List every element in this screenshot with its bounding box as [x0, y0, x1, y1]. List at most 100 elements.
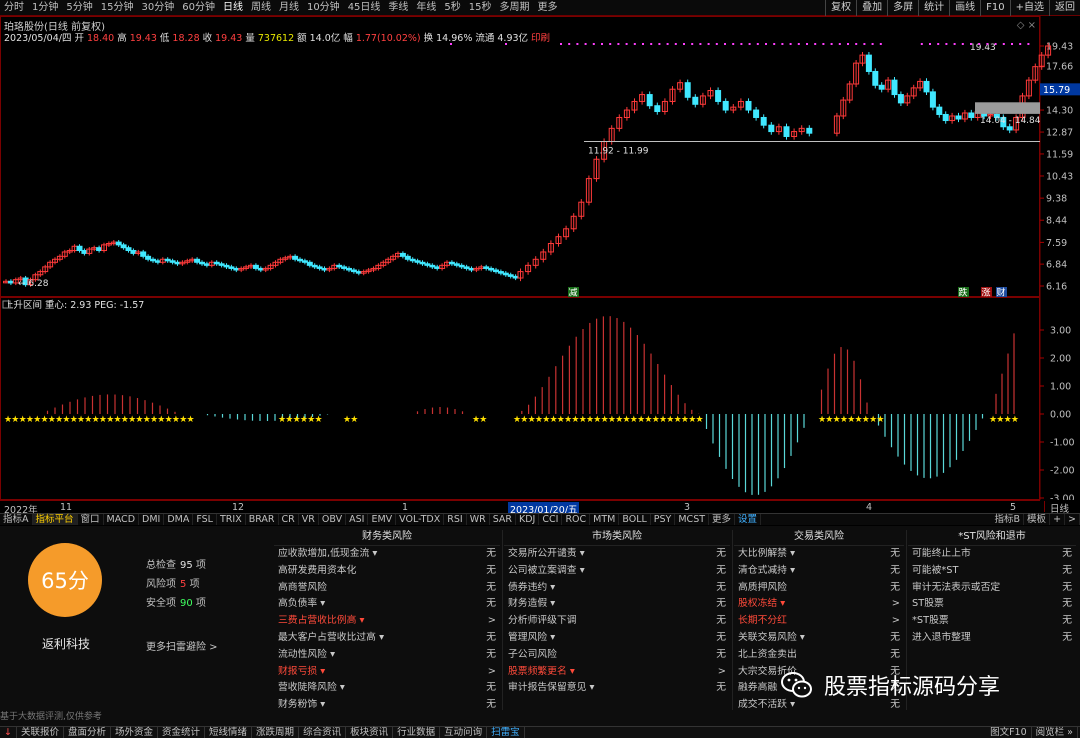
risk-item[interactable]: 长期不分红 > — [734, 613, 904, 630]
indicator-tab-15[interactable]: RSI — [444, 514, 467, 525]
period-tab-3[interactable]: 15分钟 — [97, 0, 138, 16]
indicator-tab-11[interactable]: OBV — [319, 514, 347, 525]
risk-item[interactable]: 审计报告保留意见 ▾ 无 — [504, 680, 730, 697]
risk-item[interactable]: 高负债率 ▾ 无 — [274, 596, 500, 613]
statusbar-item-7[interactable]: 综合资讯 — [299, 727, 347, 738]
period-tab-13[interactable]: 5秒 — [440, 0, 464, 16]
period-tab-14[interactable]: 15秒 — [465, 0, 496, 16]
toolbar-button-2[interactable]: 多屏 — [887, 0, 918, 16]
toolbar-button-7[interactable]: 返回 — [1049, 0, 1080, 16]
risk-item[interactable]: 应收款增加,低现金流 ▾ 无 — [274, 546, 500, 563]
risk-item[interactable]: 股票频繁更名 ▾ > — [504, 664, 730, 681]
indicator-tab-22[interactable]: BOLL — [619, 514, 651, 525]
risk-item[interactable]: 最大客户占营收比过高 ▾ 无 — [274, 630, 500, 647]
indicator-tab-16[interactable]: WR — [467, 514, 490, 525]
indicator-tab-7[interactable]: TRIX — [217, 514, 246, 525]
risk-item[interactable]: 审计无法表示或否定 无 — [908, 580, 1076, 597]
risk-item[interactable]: 公司被立案调查 ▾ 无 — [504, 563, 730, 580]
statusbar-item-2[interactable]: 盘面分析 — [64, 727, 111, 738]
indicator-tab-12[interactable]: ASI — [346, 514, 369, 525]
candlestick-chart-svg[interactable]: 19.43 17.66 15.79 14.30 12.87 11.59 10.43 9.38 8… — [0, 16, 1080, 500]
chart-window-controls[interactable]: ◇ × — [1017, 20, 1036, 31]
period-tab-7[interactable]: 周线 — [247, 0, 275, 16]
risk-item[interactable]: 子公司风险 无 — [504, 647, 730, 664]
tabbar-right-button-0[interactable]: 指标B — [992, 514, 1025, 525]
indicator-tab-13[interactable]: EMV — [368, 514, 397, 525]
statusbar-item-6[interactable]: 涨跌周期 — [252, 727, 300, 738]
period-tab-5[interactable]: 60分钟 — [178, 0, 219, 16]
risk-item[interactable]: 营收陡降风险 ▾ 无 — [274, 680, 500, 697]
indicator-tab-21[interactable]: MTM — [590, 514, 620, 525]
risk-item[interactable]: 清仓式减持 ▾ 无 — [734, 563, 904, 580]
indicator-tab-10[interactable]: VR — [299, 514, 319, 525]
indicator-tab-3[interactable]: MACD — [104, 514, 140, 525]
statusbar-item-11[interactable]: 扫雷宝 — [487, 727, 525, 738]
indicator-tab-2[interactable]: 窗口 — [78, 514, 104, 525]
risk-item[interactable]: 债券违约 ▾ 无 — [504, 580, 730, 597]
statusbar-item-3[interactable]: 场外资金 — [111, 727, 159, 738]
close-icon[interactable]: × — [1028, 20, 1036, 31]
settings-diamond-icon[interactable]: ◇ — [1017, 20, 1025, 31]
toolbar-button-4[interactable]: 画线 — [949, 0, 980, 16]
indicator-tab-18[interactable]: KDJ — [516, 514, 540, 525]
period-tab-1[interactable]: 1分钟 — [28, 0, 62, 16]
toolbar-button-6[interactable]: +自选 — [1009, 0, 1049, 16]
toolbar-button-0[interactable]: 复权 — [825, 0, 856, 16]
indicator-tab-24[interactable]: MCST — [675, 514, 710, 525]
statusbar-right-item-1[interactable]: 阅览栏 » — [1032, 727, 1078, 738]
period-tab-10[interactable]: 45日线 — [344, 0, 385, 16]
tabbar-right-button-2[interactable]: + — [1050, 514, 1066, 525]
price-chart[interactable]: 19.43 17.66 15.79 14.30 12.87 11.59 10.43 9.38 8… — [0, 16, 1080, 500]
period-tab-0[interactable]: 分时 — [0, 0, 28, 16]
risk-item[interactable]: 股权冻结 ▾ > — [734, 596, 904, 613]
more-risk-link[interactable]: 更多扫雷避险 > — [146, 638, 218, 653]
risk-item[interactable]: 流动性风险 ▾ 无 — [274, 647, 500, 664]
period-tab-9[interactable]: 10分钟 — [303, 0, 344, 16]
indicator-tab-25[interactable]: 更多 — [709, 514, 736, 525]
indicator-tab-14[interactable]: VOL-TDX — [396, 514, 445, 525]
risk-item[interactable]: 大比例解禁 ▾ 无 — [734, 546, 904, 563]
indicator-tab-9[interactable]: CR — [279, 514, 299, 525]
statusbar-item-4[interactable]: 资金统计 — [158, 727, 206, 738]
period-tab-12[interactable]: 年线 — [412, 0, 440, 16]
tabbar-right-button-3[interactable]: > — [1065, 514, 1080, 525]
risk-item[interactable]: ST股票 无 — [908, 596, 1076, 613]
statusbar-right-item-0[interactable]: 图文F10 — [986, 727, 1032, 738]
period-tab-6[interactable]: 日线 — [219, 0, 247, 16]
toolbar-button-3[interactable]: 统计 — [918, 0, 949, 16]
period-tab-2[interactable]: 5分钟 — [62, 0, 96, 16]
risk-item[interactable]: 可能被*ST 无 — [908, 563, 1076, 580]
risk-item[interactable]: 高质押风险 无 — [734, 580, 904, 597]
risk-item[interactable]: 北上资金卖出 无 — [734, 647, 904, 664]
indicator-tab-5[interactable]: DMA — [164, 514, 194, 525]
period-tab-16[interactable]: 更多 — [534, 0, 562, 16]
period-tab-4[interactable]: 30分钟 — [137, 0, 178, 16]
risk-item[interactable]: 财务粉饰 ▾ 无 — [274, 697, 500, 714]
risk-item[interactable]: 关联交易风险 ▾ 无 — [734, 630, 904, 647]
indicator-tab-6[interactable]: FSL — [193, 514, 217, 525]
risk-item[interactable]: 管理风险 ▾ 无 — [504, 630, 730, 647]
indicator-tab-19[interactable]: CCI — [539, 514, 563, 525]
tabbar-right-button-1[interactable]: 模板 — [1024, 514, 1051, 525]
toolbar-button-5[interactable]: F10 — [980, 0, 1009, 16]
risk-item[interactable]: 财务造假 ▾ 无 — [504, 596, 730, 613]
toolbar-button-1[interactable]: 叠加 — [856, 0, 887, 16]
risk-item[interactable]: 三费占营收比例高 ▾ > — [274, 613, 500, 630]
risk-item[interactable]: 分析师评级下调 无 — [504, 613, 730, 630]
indicator-tab-20[interactable]: ROC — [562, 514, 591, 525]
indicator-tab-8[interactable]: BRAR — [246, 514, 279, 525]
statusbar-item-0[interactable]: ↓ — [0, 727, 17, 738]
risk-item[interactable]: 交易所公开谴责 ▾ 无 — [504, 546, 730, 563]
statusbar-item-8[interactable]: 板块资讯 — [346, 727, 394, 738]
statusbar-item-1[interactable]: 关联报价 — [17, 727, 64, 738]
statusbar-item-9[interactable]: 行业数据 — [393, 727, 441, 738]
indicator-tab-0[interactable]: 指标A — [0, 514, 33, 525]
statusbar-item-10[interactable]: 互动问询 — [440, 727, 488, 738]
period-tab-11[interactable]: 季线 — [384, 0, 412, 16]
risk-item[interactable]: *ST股票 无 — [908, 613, 1076, 630]
risk-item[interactable]: 财报亏损 ▾ > — [274, 664, 500, 681]
indicator-tab-26[interactable]: 设置 — [735, 514, 762, 525]
indicator-tab-4[interactable]: DMI — [139, 514, 165, 525]
period-tab-8[interactable]: 月线 — [275, 0, 303, 16]
risk-item[interactable]: 进入退市整理 无 — [908, 630, 1076, 647]
